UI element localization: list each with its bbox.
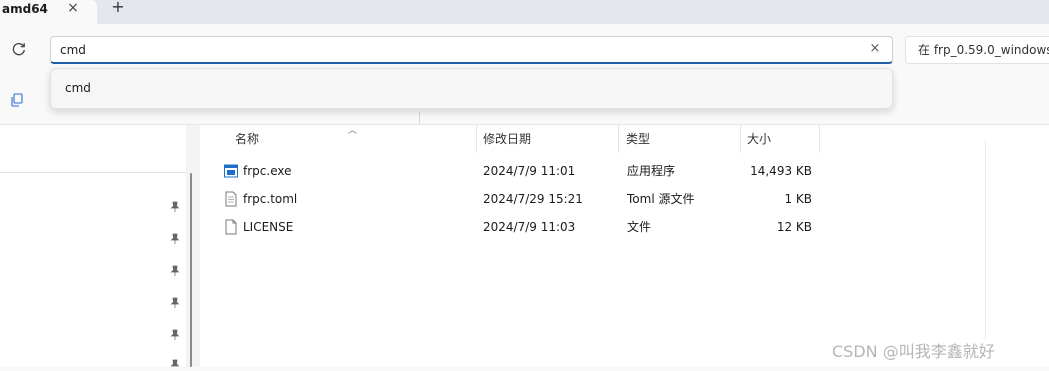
file-row[interactable]: LICENSE 2024/7/9 11:03 文件 12 KB xyxy=(200,213,1049,241)
column-header-modified[interactable]: 修改日期 xyxy=(475,125,618,153)
blank-file-icon xyxy=(225,219,237,235)
tab-strip: amd64 × + xyxy=(0,0,1049,24)
nav-scrollbar[interactable] xyxy=(190,173,192,367)
exe-icon xyxy=(224,164,238,178)
column-type-label: 类型 xyxy=(626,132,651,146)
tab-amd64[interactable]: amd64 × xyxy=(0,0,97,24)
pin-icon[interactable] xyxy=(170,201,180,213)
column-size-label: 大小 xyxy=(747,132,772,146)
address-suggestions: cmd xyxy=(50,68,893,109)
sort-ascending-icon: ︿ xyxy=(348,126,358,136)
column-header-type[interactable]: 类型 xyxy=(618,125,740,153)
list-edge-line xyxy=(985,140,986,340)
file-row[interactable]: frpc.exe 2024/7/9 11:01 应用程序 14,493 KB xyxy=(200,157,1049,185)
navigation-pane xyxy=(0,125,186,367)
search-box[interactable]: 在 frp_0.59.0_windows_amd64 中搜索 xyxy=(905,36,1049,64)
file-type: 文件 xyxy=(627,220,652,234)
refresh-icon[interactable] xyxy=(10,40,28,58)
pin-icon[interactable] xyxy=(170,359,180,371)
pin-icon[interactable] xyxy=(170,233,180,245)
column-header-size[interactable]: 大小 xyxy=(739,125,819,153)
file-name: frpc.toml xyxy=(243,192,298,206)
file-type: 应用程序 xyxy=(627,164,676,178)
pin-icon[interactable] xyxy=(170,265,180,277)
new-tab-button[interactable]: + xyxy=(110,0,126,16)
text-file-icon xyxy=(225,191,237,207)
watermark: CSDN @叫我李鑫就好 xyxy=(832,342,995,361)
column-name-label: 名称 xyxy=(235,132,260,146)
file-list: 名称 ︿ 修改日期 类型 大小 frpc.exe 2024/7/9 11:01 … xyxy=(200,125,1049,367)
nav-divider xyxy=(0,172,186,173)
file-size: 1 KB xyxy=(784,192,812,206)
file-row[interactable]: frpc.toml 2024/7/29 15:21 Toml 源文件 1 KB xyxy=(200,185,1049,213)
pin-icon[interactable] xyxy=(170,297,180,309)
file-size: 12 KB xyxy=(776,220,812,234)
pane-splitter[interactable] xyxy=(186,125,200,367)
toolbar-divider xyxy=(419,112,420,124)
suggestion-item[interactable]: cmd xyxy=(65,81,91,95)
file-size: 14,493 KB xyxy=(750,164,812,178)
file-type: Toml 源文件 xyxy=(627,192,695,206)
file-name: frpc.exe xyxy=(243,164,292,178)
column-modified-label: 修改日期 xyxy=(483,132,532,146)
column-divider[interactable] xyxy=(819,125,820,153)
pin-icon[interactable] xyxy=(170,329,180,341)
tab-title: amd64 xyxy=(2,2,48,16)
copy-icon[interactable] xyxy=(10,93,24,107)
close-icon[interactable]: × xyxy=(66,0,80,16)
file-modified: 2024/7/29 15:21 xyxy=(483,192,583,206)
address-input[interactable] xyxy=(50,36,893,64)
file-modified: 2024/7/9 11:01 xyxy=(483,164,576,178)
clear-icon[interactable]: × xyxy=(867,40,883,58)
file-name: LICENSE xyxy=(243,220,294,234)
file-modified: 2024/7/9 11:03 xyxy=(483,220,576,234)
